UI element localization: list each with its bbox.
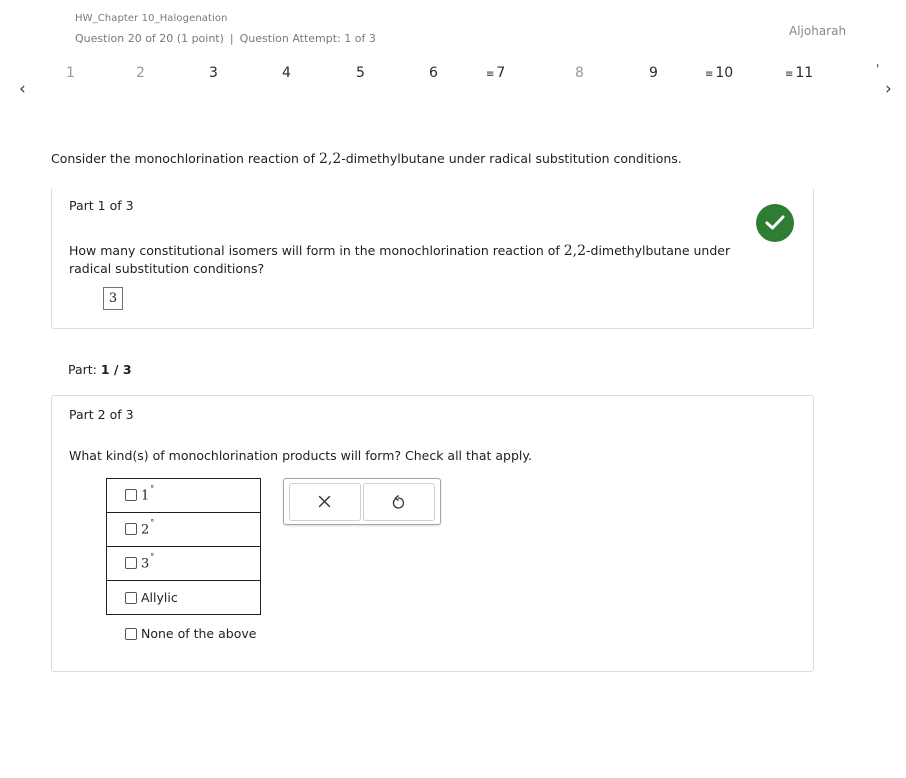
flag-lines-icon: ≡	[705, 69, 713, 80]
question-nav-label: 3	[209, 65, 218, 81]
question-nav-5[interactable]: 5	[356, 65, 365, 81]
part-progress-label: Part:	[68, 362, 97, 377]
question-nav-8[interactable]: 8	[575, 65, 584, 81]
chevron-right-icon[interactable]: ›	[885, 80, 892, 98]
part1-card: Part 1 of 3 How many constitutional isom…	[51, 187, 814, 329]
question-nav-label: 7	[496, 65, 506, 81]
option-cell: Allylic	[106, 580, 261, 615]
answer-tools-panel	[283, 478, 441, 525]
part2-question: What kind(s) of monochlorination product…	[69, 448, 532, 463]
question-nav-label: 6	[429, 65, 438, 81]
check-circle-icon	[756, 204, 794, 242]
question-info: Question 20 of 20 (1 point) | Question Att…	[75, 32, 376, 45]
info-separator: |	[229, 32, 234, 45]
question-nav-6[interactable]: 6	[429, 65, 438, 81]
option-tertiary[interactable]: 3°	[125, 552, 260, 572]
question-nav-label: 5	[356, 65, 365, 81]
option-none[interactable]: None of the above	[125, 626, 256, 641]
part-progress-value: 1 / 3	[100, 362, 132, 377]
option-number: 1	[141, 488, 150, 504]
question-nav-1[interactable]: 1	[66, 65, 75, 81]
chevron-left-icon[interactable]: ‹	[19, 80, 26, 98]
intro-text-before: Consider the monochlorination reaction o…	[51, 151, 319, 166]
option-cell: 2°	[106, 512, 261, 547]
question-intro: Consider the monochlorination reaction o…	[51, 151, 682, 167]
part-progress: Part: 1 / 3	[68, 362, 132, 377]
part2-card: Part 2 of 3 What kind(s) of monochlorina…	[51, 395, 814, 672]
degree-symbol: °	[150, 552, 155, 562]
question-nav-11[interactable]: ≡ 11	[785, 65, 813, 81]
part1-title: Part 1 of 3	[69, 198, 134, 213]
question-nav-4[interactable]: 4	[282, 65, 291, 81]
option-label: 1°	[141, 484, 155, 504]
part2-title: Part 2 of 3	[69, 407, 134, 422]
intro-molecule-locants: 2,2	[318, 151, 342, 167]
question-nav-3[interactable]: 3	[209, 65, 218, 81]
flag-lines-icon: ≡	[486, 69, 494, 80]
degree-symbol: °	[150, 518, 155, 528]
question-nav-label: 4	[282, 65, 291, 81]
checkbox[interactable]	[125, 557, 137, 570]
question-position: Question 20 of 20 (1 point)	[75, 32, 224, 45]
option-cell: 1°	[106, 478, 261, 513]
option-label: Allylic	[141, 590, 178, 605]
checkbox[interactable]	[125, 489, 137, 502]
option-label: None of the above	[141, 626, 257, 641]
question-nav-7[interactable]: ≡ 7	[486, 65, 505, 81]
part1-answer-box[interactable]: 3	[103, 287, 123, 310]
checkbox[interactable]	[125, 523, 137, 536]
option-cell: 3°	[106, 546, 261, 581]
attempt-counter: Question Attempt: 1 of 3	[239, 32, 376, 45]
flag-lines-icon: ≡	[785, 69, 793, 80]
option-label: 2°	[141, 518, 155, 538]
question-nav-2[interactable]: 2	[136, 65, 145, 81]
question-nav-10[interactable]: ≡ 10	[705, 65, 733, 81]
more-questions-dot: '	[876, 62, 880, 76]
option-secondary[interactable]: 2°	[125, 518, 260, 538]
option-number: 2	[141, 522, 150, 538]
undo-icon	[392, 495, 405, 509]
question-nav-label: 1	[66, 65, 75, 81]
option-allylic[interactable]: Allylic	[125, 590, 260, 605]
intro-text-after: -dimethylbutane under radical substituti…	[341, 151, 682, 166]
user-name[interactable]: Aljoharah	[789, 24, 846, 38]
part1-question-before: How many constitutional isomers will for…	[69, 243, 564, 258]
degree-symbol: °	[150, 484, 155, 494]
question-nav-9[interactable]: 9	[649, 65, 658, 81]
question-nav-label: 11	[795, 65, 814, 81]
part1-question: How many constitutional isomers will for…	[69, 242, 769, 277]
options-table: 1° 2° 3° Allylic	[106, 478, 261, 615]
checkbox[interactable]	[125, 591, 137, 604]
question-nav-label: 2	[136, 65, 145, 81]
option-label: 3°	[141, 552, 155, 572]
question-nav-label: 10	[715, 65, 734, 81]
clear-button[interactable]	[289, 483, 361, 521]
close-icon	[318, 495, 331, 508]
option-number: 3	[141, 556, 150, 572]
checkbox[interactable]	[125, 627, 137, 640]
option-primary[interactable]: 1°	[125, 484, 260, 504]
assignment-title: HW_Chapter 10_Halogenation	[75, 13, 228, 24]
question-nav-label: 8	[575, 65, 584, 81]
undo-button[interactable]	[363, 483, 435, 521]
question-nav-label: 9	[649, 65, 658, 81]
part1-molecule-locants: 2,2	[563, 243, 587, 259]
